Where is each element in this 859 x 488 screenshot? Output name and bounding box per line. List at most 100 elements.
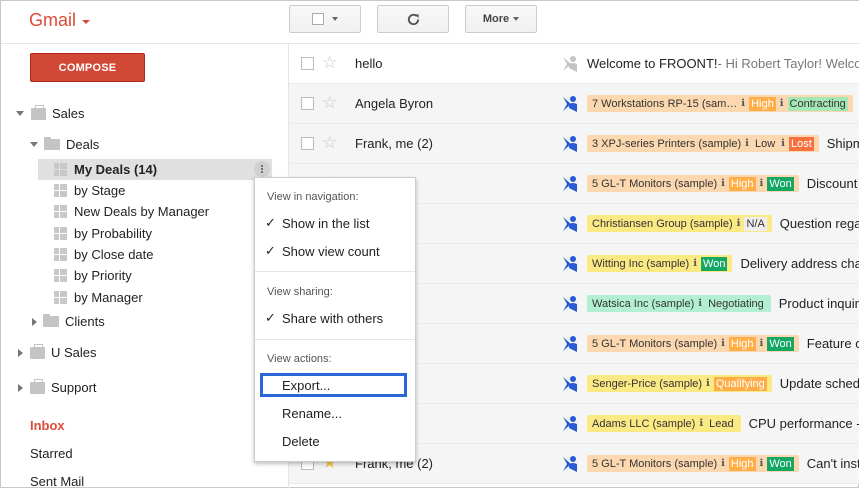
menu-section-actions: View actions: (267, 353, 332, 365)
briefcase-icon (30, 378, 45, 394)
stage-badge: Won (701, 256, 728, 271)
menu-rename[interactable]: Rename... (255, 401, 415, 425)
deal-name: Watsica Inc (sample) (592, 297, 695, 310)
sidebar-clients[interactable]: Clients (32, 311, 105, 332)
sidebar-sales[interactable]: Sales (16, 103, 85, 124)
view-icon (54, 205, 67, 218)
sidebar-deals[interactable]: Deals (30, 134, 99, 155)
sidebar-sent-mail[interactable]: Sent Mail (30, 474, 84, 488)
row-subject: Question regarding (779, 216, 859, 231)
view-context-menu: View in navigation: ✓ Show in the list ✓… (254, 177, 416, 462)
refresh-icon (407, 13, 419, 25)
sidebar-sales-label: Sales (52, 106, 85, 121)
star-icon[interactable]: ☆ (322, 133, 337, 153)
menu-export[interactable]: Export... (255, 373, 415, 397)
info-icon: ℹ (698, 298, 703, 309)
folder-icon (43, 314, 59, 327)
streak-icon (562, 55, 578, 76)
deal-chip[interactable]: 7 Workstations RP-15 (sam… ℹ High ℹ Contract… (587, 95, 853, 112)
sidebar-view-by-manager[interactable]: by Manager (54, 287, 143, 308)
sidebar-u-sales-label: U Sales (51, 345, 97, 360)
expand-arrow-icon[interactable] (16, 111, 24, 116)
row-checkbox[interactable] (301, 137, 314, 150)
deal-name: Adams LLC (sample) (592, 417, 696, 430)
row-checkbox[interactable] (301, 57, 314, 70)
streak-icon (562, 175, 578, 196)
row-subject: Welcome to FROONT! (587, 56, 718, 71)
menu-show-in-list[interactable]: ✓ Show in the list (255, 211, 415, 235)
dot (261, 168, 263, 170)
sidebar-view-my-deals[interactable]: My Deals (14) (54, 159, 157, 180)
menu-label: Show in the list (282, 215, 370, 231)
table-row[interactable]: ☆ Angela Byron 7 Workstations RP-15 (sam… ℹ… (289, 84, 859, 124)
expand-arrow-icon[interactable] (18, 348, 23, 357)
menu-share-with-others[interactable]: ✓ Share with others (255, 306, 415, 330)
priority-badge: Low (754, 137, 776, 150)
deal-chip[interactable]: Christiansen Group (sample) ℹ N/A (587, 215, 772, 232)
refresh-button[interactable] (377, 5, 449, 33)
sidebar-deals-label: Deals (66, 137, 100, 152)
deal-chip[interactable]: Witting Inc (sample) ℹ Won (587, 255, 733, 272)
deal-chip[interactable]: Senger-Price (sample) ℹ Qualifying (587, 375, 772, 392)
view-options-button[interactable] (254, 161, 270, 177)
row-subject: CPU performance - (748, 416, 859, 431)
view-icon (54, 184, 67, 197)
info-icon: ℹ (779, 98, 784, 109)
briefcase-icon (30, 343, 45, 359)
deal-chip[interactable]: 5 GL-T Monitors (sample) ℹ High ℹ Won (587, 335, 799, 352)
sidebar-view-by-priority[interactable]: by Priority (54, 265, 132, 286)
row-content: Christiansen Group (sample) ℹ N/A Question … (587, 214, 859, 233)
sidebar-inbox[interactable]: Inbox (30, 418, 65, 433)
stage-badge: Won (767, 176, 794, 191)
top-bar: Gmail More (1, 1, 859, 44)
sidebar-view-new-deals-by-manager[interactable]: New Deals by Manager (54, 201, 209, 222)
gmail-logo[interactable]: Gmail (29, 10, 91, 31)
row-subject: Delivery address change (740, 256, 859, 271)
stage-badge: Lead (707, 416, 736, 431)
menu-section-navigation: View in navigation: (267, 191, 359, 203)
row-content: 5 GL-T Monitors (sample) ℹ High ℹ Won Discoun… (587, 174, 857, 193)
row-content: Witting Inc (sample) ℹ Won Delivery address… (587, 254, 859, 273)
streak-icon (562, 295, 578, 316)
info-icon: ℹ (721, 178, 725, 189)
sidebar-view-by-probability[interactable]: by Probability (54, 223, 152, 244)
expand-arrow-icon[interactable] (18, 383, 23, 392)
menu-label: Share with others (282, 310, 384, 326)
sidebar-starred[interactable]: Starred (30, 446, 73, 461)
deal-chip[interactable]: Watsica Inc (sample) ℹ Negotiating (587, 295, 771, 312)
select-all-button[interactable] (289, 5, 361, 33)
table-row[interactable]: ☆ Frank, me (2) 3 XPJ-series Printers (sam… (289, 124, 859, 164)
stage-badge: Qualifying (713, 376, 767, 391)
info-icon: ℹ (781, 138, 785, 149)
stage-badge: N/A (744, 216, 767, 231)
sidebar-support[interactable]: Support (18, 377, 97, 398)
view-label: by Stage (74, 183, 126, 198)
checkmark-icon: ✓ (265, 215, 276, 230)
menu-label: Show view count (282, 243, 380, 259)
star-icon[interactable]: ☆ (322, 53, 337, 73)
folder-icon (44, 137, 60, 150)
deal-chip[interactable]: Adams LLC (sample) ℹ Lead (587, 415, 741, 432)
expand-arrow-icon[interactable] (32, 317, 37, 326)
sidebar-view-by-stage[interactable]: by Stage (54, 180, 125, 201)
deal-chip[interactable]: 3 XPJ-series Printers (sample) ℹ Low ℹ Lost (587, 135, 819, 152)
deal-chip[interactable]: 5 GL-T Monitors (sample) ℹ High ℹ Won (587, 455, 799, 472)
expand-arrow-icon[interactable] (30, 142, 38, 147)
view-label: by Priority (74, 268, 132, 283)
sidebar-view-by-close-date[interactable]: by Close date (54, 244, 154, 265)
priority-badge: High (749, 96, 776, 111)
row-checkbox[interactable] (301, 97, 314, 110)
sidebar-support-label: Support (51, 380, 97, 395)
table-row[interactable]: ☆ hello Welcome to FROONT! - Hi Robert Tay… (289, 44, 859, 84)
deal-chip[interactable]: 5 GL-T Monitors (sample) ℹ High ℹ Won (587, 175, 799, 192)
menu-show-view-count[interactable]: ✓ Show view count (255, 239, 415, 263)
deal-name: 5 GL-T Monitors (sample) (592, 177, 718, 190)
row-content: Watsica Inc (sample) ℹ Negotiating Product … (587, 294, 859, 313)
sidebar-u-sales[interactable]: U Sales (18, 342, 97, 363)
star-icon[interactable]: ☆ (322, 93, 337, 113)
menu-delete[interactable]: Delete (255, 429, 415, 453)
more-button[interactable]: More (465, 5, 537, 33)
compose-button[interactable]: COMPOSE (30, 53, 145, 82)
row-sender: hello (355, 56, 383, 71)
view-label: by Probability (74, 226, 153, 241)
